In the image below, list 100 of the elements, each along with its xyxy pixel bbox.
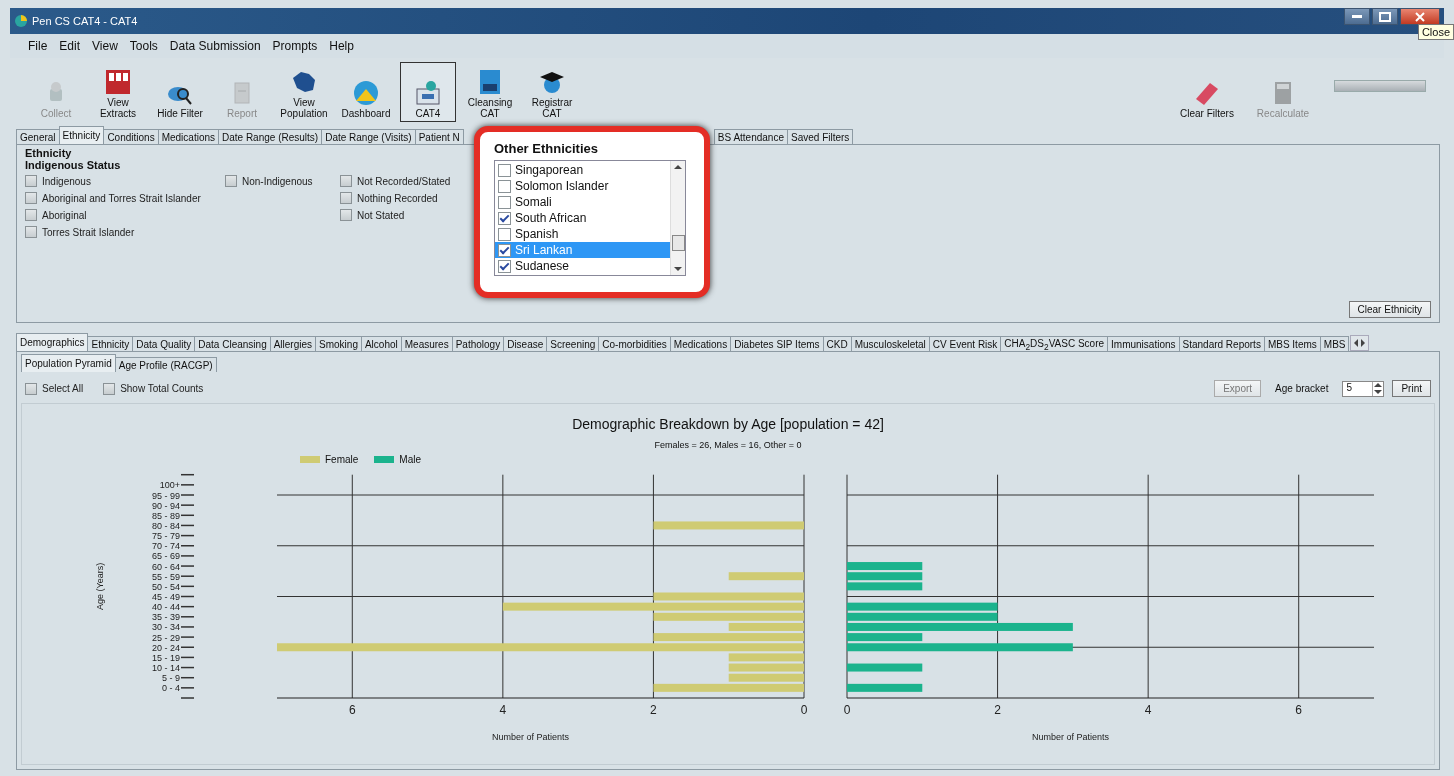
tab[interactable]: Patient N bbox=[414, 129, 464, 144]
checkbox[interactable] bbox=[25, 226, 37, 238]
toolbar-icon bbox=[103, 68, 133, 96]
tab[interactable]: Medications bbox=[157, 129, 219, 144]
tab[interactable]: Co-morbidities bbox=[598, 336, 671, 351]
scroll-down-icon bbox=[674, 267, 682, 271]
menu-item[interactable]: Prompts bbox=[266, 37, 324, 55]
checkbox-label: Non-Indigenous bbox=[242, 175, 313, 187]
print-button[interactable]: Print bbox=[1392, 380, 1431, 397]
checkbox[interactable] bbox=[498, 259, 511, 273]
checkbox[interactable] bbox=[498, 179, 511, 193]
list-item[interactable]: Solomon Islander bbox=[495, 178, 670, 194]
checkbox[interactable] bbox=[498, 211, 511, 225]
checkbox[interactable] bbox=[340, 192, 352, 204]
scroll-thumb[interactable] bbox=[671, 235, 685, 251]
maximize-icon bbox=[1379, 11, 1391, 22]
tab[interactable]: Diabetes SIP Items bbox=[730, 336, 824, 351]
tab[interactable]: Ethnicity bbox=[58, 126, 105, 144]
tab[interactable]: BS Attendance bbox=[713, 129, 788, 144]
menu-item[interactable]: File bbox=[22, 37, 54, 55]
checkbox[interactable] bbox=[498, 195, 511, 209]
tab[interactable]: Standard Reports bbox=[1178, 336, 1265, 351]
tab[interactable]: Age Profile (RACGP) bbox=[114, 357, 217, 372]
chart-title: Demographic Breakdown by Age [population = 42] bbox=[571, 416, 885, 432]
checkbox[interactable] bbox=[103, 382, 116, 395]
close-tooltip: Close bbox=[1417, 24, 1454, 40]
tab[interactable]: Medications bbox=[669, 336, 732, 351]
toolbar-button[interactable]: Clear Filters bbox=[1172, 62, 1242, 122]
tab[interactable]: CKD bbox=[822, 336, 852, 351]
tab[interactable]: MBS Items bbox=[1263, 336, 1321, 351]
tab[interactable]: Disease bbox=[503, 336, 548, 351]
checkbox[interactable] bbox=[25, 209, 37, 221]
toolbar-button[interactable]: Dashboard bbox=[338, 62, 394, 122]
axis-tick-label: 20 - 24 bbox=[151, 642, 180, 653]
checkbox[interactable] bbox=[25, 192, 37, 204]
axis-tick-label: 0 bbox=[800, 703, 808, 717]
toolbar-icon bbox=[413, 79, 443, 107]
tab[interactable]: Smoking bbox=[315, 336, 362, 351]
tab[interactable]: Immunisations bbox=[1107, 336, 1180, 351]
tab[interactable]: General bbox=[16, 129, 60, 144]
tab[interactable]: Musculoskeletal bbox=[850, 336, 930, 351]
tab[interactable]: Population Pyramid bbox=[21, 354, 116, 372]
axis-tick-label: 75 - 79 bbox=[151, 531, 180, 542]
tab[interactable]: Data Cleansing bbox=[194, 336, 271, 351]
toolbar-button[interactable]: CAT4 bbox=[400, 62, 456, 122]
list-item[interactable]: Somali bbox=[495, 194, 670, 210]
axis-tick-label: 65 - 69 bbox=[151, 551, 180, 562]
toolbar-button[interactable]: View Population bbox=[276, 62, 332, 122]
tab[interactable]: Measures bbox=[400, 336, 453, 351]
menu-item[interactable]: View bbox=[86, 37, 124, 55]
tab[interactable]: CV Event Risk bbox=[928, 336, 1002, 351]
maximize-button[interactable] bbox=[1372, 8, 1398, 25]
checkbox[interactable] bbox=[340, 175, 352, 187]
list-item[interactable]: Singaporean bbox=[495, 162, 670, 178]
tab[interactable]: CHA$_{2}$DS$_{2}$VASC Score bbox=[1000, 336, 1109, 351]
list-item[interactable]: South African bbox=[495, 210, 670, 226]
tab[interactable]: Pathology bbox=[451, 336, 505, 351]
clear-ethnicity-button[interactable]: Clear Ethnicity bbox=[1348, 301, 1431, 318]
tab[interactable]: Ethnicity bbox=[87, 336, 134, 351]
checkbox[interactable] bbox=[498, 243, 511, 257]
toolbar-button[interactable]: Registrar CAT bbox=[524, 62, 580, 122]
tab[interactable]: Demographics bbox=[16, 333, 89, 351]
checkbox[interactable] bbox=[25, 175, 37, 187]
close-button[interactable] bbox=[1400, 8, 1440, 25]
toolbar-icon bbox=[351, 79, 381, 107]
toolbar-button[interactable]: Hide Filter bbox=[152, 62, 208, 122]
tab-scroll-buttons[interactable] bbox=[1350, 335, 1370, 351]
checkbox-label: Torres Strait Islander bbox=[42, 226, 135, 238]
checkbox[interactable] bbox=[498, 163, 511, 177]
spin-up-icon bbox=[1374, 383, 1383, 387]
tab[interactable]: Screening bbox=[546, 336, 600, 351]
tab[interactable]: Saved Filters bbox=[787, 129, 854, 144]
list-item[interactable]: Spanish bbox=[495, 226, 670, 242]
checkbox[interactable] bbox=[25, 382, 37, 395]
tab[interactable]: Conditions bbox=[103, 129, 159, 144]
menu-item[interactable]: Edit bbox=[53, 37, 87, 55]
checkbox[interactable] bbox=[340, 209, 352, 221]
axis-tick-label: 4 bbox=[499, 703, 507, 717]
age-bracket-spinner[interactable]: 5 bbox=[1342, 380, 1385, 397]
tab[interactable]: Date Range (Visits) bbox=[321, 129, 416, 144]
tab[interactable]: Alcohol bbox=[360, 336, 402, 351]
tab[interactable]: Date Range (Results) bbox=[218, 129, 323, 144]
tab[interactable]: Allergies bbox=[269, 336, 317, 351]
toolbar-button[interactable]: View Extracts bbox=[90, 62, 146, 122]
checkbox[interactable] bbox=[498, 227, 511, 241]
app-logo-icon bbox=[14, 14, 28, 28]
tab[interactable]: MBS bbox=[1319, 336, 1350, 351]
list-item[interactable]: Sudanese bbox=[495, 258, 670, 274]
minimize-button[interactable] bbox=[1344, 8, 1370, 25]
menu-item[interactable]: Data Submission bbox=[163, 37, 267, 55]
tab[interactable]: Data Quality bbox=[132, 336, 196, 351]
toolbar-button[interactable]: Cleansing CAT bbox=[462, 62, 518, 122]
axis-tick-label: 5 - 9 bbox=[162, 673, 180, 684]
checkbox[interactable] bbox=[225, 175, 237, 187]
menu-item[interactable]: Tools bbox=[123, 37, 164, 55]
scrollbar[interactable] bbox=[670, 161, 685, 275]
popup-title: Other Ethnicities bbox=[494, 141, 600, 156]
axis-title: Number of Patients bbox=[492, 732, 569, 742]
axis-tick-label: 2 bbox=[994, 703, 1001, 717]
menu-item[interactable]: Help bbox=[323, 37, 360, 55]
